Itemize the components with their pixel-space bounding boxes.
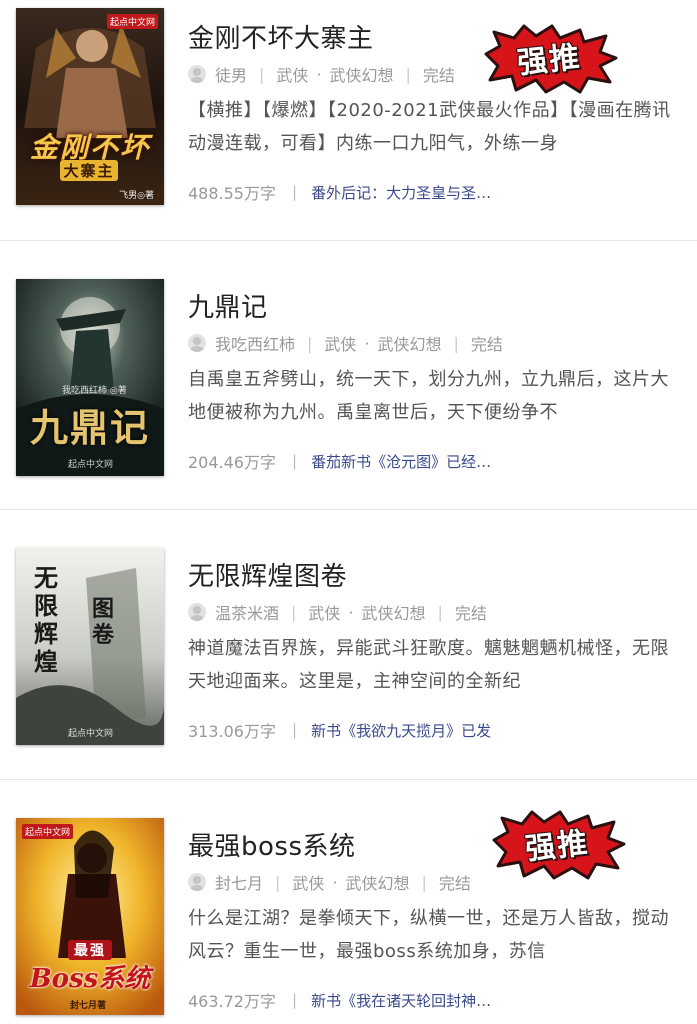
book-description: 自禹皇五斧劈山，统一天下，划分九州，立九鼎后，这片大地便被称为九州。禹皇离世后，… bbox=[188, 369, 669, 423]
book-cover[interactable]: 九鼎记 我吃西红柿 ◎著 起点中文网 bbox=[16, 279, 164, 476]
book-footer: 488.55万字 | 番外后记：大力圣皇与圣… bbox=[188, 180, 491, 204]
author-name[interactable]: 我吃西红柿 bbox=[215, 331, 295, 355]
book-title[interactable]: 金刚不坏大寨主 bbox=[188, 18, 374, 55]
book-meta: 封七月 | 武侠 · 武侠幻想 | 完结 bbox=[188, 870, 471, 894]
cover-publisher-badge: 起点中文网 bbox=[22, 824, 74, 839]
book-cover[interactable]: 无限辉煌 图卷 起点中文网 bbox=[16, 548, 164, 745]
recommend-stamp: 强推 bbox=[488, 810, 626, 880]
status: 完结 bbox=[454, 604, 487, 623]
divider: | bbox=[421, 872, 427, 892]
subcategory[interactable]: 武侠幻想 bbox=[346, 870, 410, 894]
status: 完结 bbox=[422, 66, 455, 85]
word-count: 463.72万字 bbox=[188, 992, 276, 1011]
dot-separator: · bbox=[348, 602, 354, 622]
cover-author: 封七月著 bbox=[70, 1001, 107, 1011]
book-cover[interactable]: 起点中文网 最强 Boss系统 封七月著 bbox=[16, 818, 164, 1015]
book-title[interactable]: 最强boss系统 bbox=[188, 826, 356, 863]
cover-subtitle: 最强 bbox=[68, 940, 112, 960]
divider: | bbox=[292, 721, 298, 739]
cover-author: 飞男◎著 bbox=[119, 191, 154, 201]
category[interactable]: 武侠 bbox=[276, 62, 308, 86]
word-count: 488.55万字 bbox=[188, 184, 276, 203]
cover-publisher-badge: 起点中文网 bbox=[106, 14, 158, 29]
dot-separator: · bbox=[316, 64, 322, 84]
divider: | bbox=[275, 872, 281, 892]
category[interactable]: 武侠 bbox=[308, 600, 340, 624]
latest-chapter-link[interactable]: 番外后记：大力圣皇与圣… bbox=[311, 182, 491, 203]
divider: | bbox=[292, 183, 298, 201]
divider: | bbox=[292, 991, 298, 1009]
author-avatar-icon bbox=[188, 603, 206, 621]
book-item[interactable]: 起点中文网 金刚不坏 大寨主 飞男◎著 金刚不坏大寨主 徒男 | 武侠 · 武侠… bbox=[0, 0, 697, 241]
subcategory[interactable]: 武侠幻想 bbox=[362, 600, 426, 624]
book-footer: 463.72万字 | 新书《我在诸天轮回封神… bbox=[188, 988, 491, 1012]
cover-author: 我吃西红柿 ◎著 bbox=[62, 386, 127, 396]
cover-subtitle: 图卷 bbox=[92, 596, 115, 648]
author-avatar-icon bbox=[188, 65, 206, 83]
book-description: 神道魔法百界族，异能武斗狂歌度。魑魅魍魉机械怪，无限天地迎面来。这里是，主神空间… bbox=[188, 638, 669, 692]
cover-publisher: 起点中文网 bbox=[68, 729, 114, 739]
cover-subtitle: 大寨主 bbox=[60, 160, 118, 181]
book-meta: 我吃西红柿 | 武侠 · 武侠幻想 | 完结 bbox=[188, 331, 503, 355]
author-avatar-icon bbox=[188, 873, 206, 891]
cover-title: Boss系统 bbox=[29, 964, 151, 994]
latest-chapter-link[interactable]: 新书《我欲九天揽月》已发 bbox=[311, 720, 491, 741]
book-footer: 313.06万字 | 新书《我欲九天揽月》已发 bbox=[188, 718, 491, 742]
author-name[interactable]: 徒男 bbox=[215, 62, 247, 86]
divider: | bbox=[453, 333, 459, 353]
book-item[interactable]: 无限辉煌 图卷 起点中文网 无限辉煌图卷 温茶米酒 | 武侠 · 武侠幻想 | … bbox=[0, 510, 697, 780]
subcategory[interactable]: 武侠幻想 bbox=[330, 62, 394, 86]
book-cover[interactable]: 起点中文网 金刚不坏 大寨主 飞男◎著 bbox=[16, 8, 164, 205]
divider: | bbox=[405, 64, 411, 84]
subcategory[interactable]: 武侠幻想 bbox=[378, 331, 442, 355]
cover-title: 无限辉煌 bbox=[34, 563, 58, 676]
book-description: 什么是江湖？是拳倾天下，纵横一世，还是万人皆敌，搅动风云？重生一世，最强boss… bbox=[188, 908, 669, 962]
book-description: 【横推】【爆燃】【2020-2021武侠最火作品】【漫画在腾讯动漫连载，可看】内… bbox=[188, 100, 671, 154]
book-title[interactable]: 无限辉煌图卷 bbox=[188, 556, 347, 593]
divider: | bbox=[437, 602, 443, 622]
dot-separator: · bbox=[332, 872, 338, 892]
book-list: 起点中文网 金刚不坏 大寨主 飞男◎著 金刚不坏大寨主 徒男 | 武侠 · 武侠… bbox=[0, 0, 697, 1024]
book-footer: 204.46万字 | 番茄新书《沧元图》已经… bbox=[188, 449, 491, 473]
divider: | bbox=[307, 333, 313, 353]
status: 完结 bbox=[438, 874, 471, 893]
recommend-stamp: 强推 bbox=[480, 24, 618, 94]
book-meta: 徒男 | 武侠 · 武侠幻想 | 完结 bbox=[188, 62, 455, 86]
category[interactable]: 武侠 bbox=[324, 331, 356, 355]
divider: | bbox=[292, 452, 298, 470]
divider: | bbox=[259, 64, 265, 84]
latest-chapter-link[interactable]: 番茄新书《沧元图》已经… bbox=[311, 451, 491, 472]
status: 完结 bbox=[470, 335, 503, 354]
author-avatar-icon bbox=[188, 334, 206, 352]
book-item[interactable]: 九鼎记 我吃西红柿 ◎著 起点中文网 九鼎记 我吃西红柿 | 武侠 · 武侠幻想… bbox=[0, 241, 697, 510]
latest-chapter-link[interactable]: 新书《我在诸天轮回封神… bbox=[311, 990, 491, 1011]
dot-separator: · bbox=[364, 333, 370, 353]
divider: | bbox=[291, 602, 297, 622]
book-item[interactable]: 起点中文网 最强 Boss系统 封七月著 最强boss系统 封七月 | 武侠 ·… bbox=[0, 780, 697, 1024]
cover-title: 九鼎记 bbox=[29, 405, 150, 450]
book-title[interactable]: 九鼎记 bbox=[188, 287, 268, 324]
book-meta: 温茶米酒 | 武侠 · 武侠幻想 | 完结 bbox=[188, 600, 487, 624]
word-count: 204.46万字 bbox=[188, 453, 276, 472]
word-count: 313.06万字 bbox=[188, 722, 276, 741]
cover-publisher: 起点中文网 bbox=[68, 460, 114, 470]
author-name[interactable]: 温茶米酒 bbox=[215, 600, 279, 624]
author-name[interactable]: 封七月 bbox=[215, 870, 263, 894]
category[interactable]: 武侠 bbox=[292, 870, 324, 894]
